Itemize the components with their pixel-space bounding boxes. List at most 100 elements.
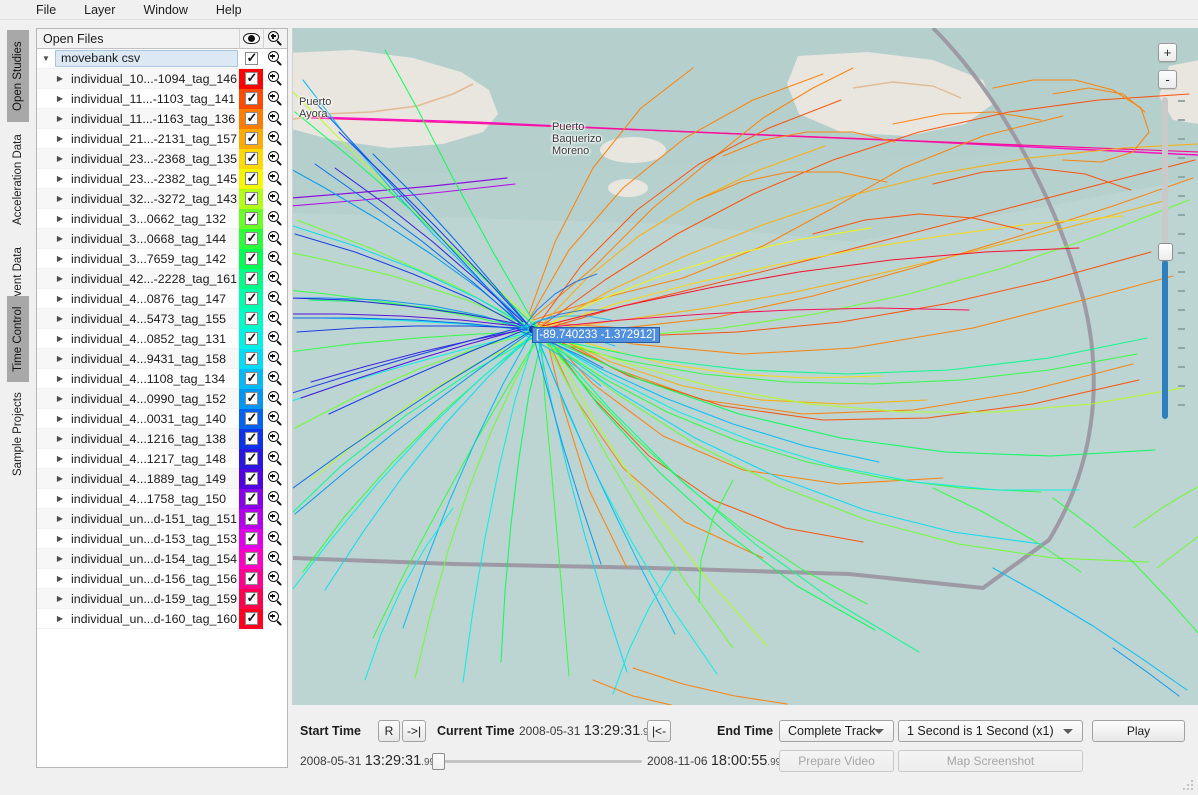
- expand-icon[interactable]: ▶: [51, 294, 69, 303]
- tree-item-row[interactable]: ▶ individual_un...d-159_tag_159: [37, 588, 287, 609]
- visibility-checkbox-cell[interactable]: [239, 148, 263, 169]
- zoom-to-cell[interactable]: [263, 148, 287, 169]
- visibility-checkbox[interactable]: [244, 490, 258, 506]
- menu-file[interactable]: File: [22, 1, 70, 19]
- tree-item-row[interactable]: ▶ individual_4...0990_tag_152: [37, 388, 287, 409]
- zoom-to-cell[interactable]: [263, 428, 287, 449]
- map-zoom-slider[interactable]: [1158, 97, 1173, 419]
- visibility-checkbox[interactable]: [244, 450, 258, 466]
- sidebar-tab-open-studies[interactable]: Open Studies: [7, 30, 29, 122]
- zoom-to-cell[interactable]: [263, 588, 287, 609]
- expand-icon[interactable]: ▶: [51, 214, 69, 223]
- visibility-checkbox[interactable]: [244, 430, 258, 446]
- tree-root-row[interactable]: ▼ movebank csv: [37, 49, 287, 69]
- tree-item-row[interactable]: ▶ individual_un...d-151_tag_151: [37, 508, 287, 529]
- tree-item-row[interactable]: ▶ individual_un...d-156_tag_156: [37, 568, 287, 589]
- zoom-to-cell[interactable]: [263, 288, 287, 309]
- tree-item-row[interactable]: ▶ individual_4...9431_tag_158: [37, 348, 287, 369]
- visibility-checkbox[interactable]: [244, 70, 258, 86]
- tree-item-row[interactable]: ▶ individual_4...1108_tag_134: [37, 368, 287, 389]
- visibility-checkbox[interactable]: [244, 170, 258, 186]
- expand-icon[interactable]: ▶: [51, 614, 69, 623]
- menu-help[interactable]: Help: [202, 1, 256, 19]
- expand-icon[interactable]: ▶: [51, 454, 69, 463]
- expand-icon[interactable]: ▶: [51, 534, 69, 543]
- zoom-to-cell[interactable]: [263, 608, 287, 629]
- visibility-checkbox-cell[interactable]: [239, 508, 263, 529]
- visibility-checkbox-cell[interactable]: [239, 288, 263, 309]
- zoom-to-cell[interactable]: [263, 49, 287, 69]
- expand-icon[interactable]: ▶: [51, 374, 69, 383]
- prepare-video-button[interactable]: Prepare Video: [779, 750, 894, 772]
- tree-item-row[interactable]: ▶ individual_32...-3272_tag_143: [37, 188, 287, 209]
- sidebar-tab-sample-projects[interactable]: Sample Projects: [7, 384, 29, 484]
- map-zoom-in-button[interactable]: +: [1158, 43, 1177, 62]
- visibility-checkbox-cell[interactable]: [239, 228, 263, 249]
- visibility-checkbox-cell[interactable]: [239, 528, 263, 549]
- visibility-checkbox[interactable]: [244, 110, 258, 126]
- zoom-to-cell[interactable]: [263, 488, 287, 509]
- tree-item-row[interactable]: ▶ individual_4...0031_tag_140: [37, 408, 287, 429]
- expand-collapse-icon[interactable]: ▼: [37, 54, 55, 63]
- tree-item-row[interactable]: ▶ individual_3...0662_tag_132: [37, 208, 287, 229]
- tree-item-row[interactable]: ▶ individual_4...0852_tag_131: [37, 328, 287, 349]
- visibility-checkbox-cell[interactable]: [239, 388, 263, 409]
- visibility-checkbox-cell[interactable]: [239, 268, 263, 289]
- visibility-checkbox[interactable]: [244, 190, 258, 206]
- jump-to-start-button[interactable]: |<-: [647, 720, 671, 742]
- track-mode-dropdown[interactable]: Complete Track: [779, 720, 894, 742]
- zoom-to-cell[interactable]: [263, 88, 287, 109]
- zoom-to-cell[interactable]: [263, 568, 287, 589]
- tree-item-row[interactable]: ▶ individual_4...5473_tag_155: [37, 308, 287, 329]
- expand-icon[interactable]: ▶: [51, 334, 69, 343]
- tree-item-row[interactable]: ▶ individual_10...-1094_tag_146: [37, 68, 287, 89]
- tree-item-row[interactable]: ▶ individual_23...-2382_tag_145: [37, 168, 287, 189]
- zoom-to-cell[interactable]: [263, 508, 287, 529]
- visibility-checkbox[interactable]: [244, 510, 258, 526]
- tree-item-row[interactable]: ▶ individual_23...-2368_tag_135: [37, 148, 287, 169]
- expand-icon[interactable]: ▶: [51, 194, 69, 203]
- visibility-checkbox[interactable]: [244, 290, 258, 306]
- expand-icon[interactable]: ▶: [51, 74, 69, 83]
- visibility-checkbox[interactable]: [244, 470, 258, 486]
- visibility-checkbox-cell[interactable]: [239, 328, 263, 349]
- visibility-checkbox[interactable]: [244, 250, 258, 266]
- tree-item-row[interactable]: ▶ individual_3...7659_tag_142: [37, 248, 287, 269]
- visibility-checkbox-cell[interactable]: [239, 588, 263, 609]
- zoom-to-cell[interactable]: [263, 108, 287, 129]
- zoom-to-cell[interactable]: [263, 348, 287, 369]
- expand-icon[interactable]: ▶: [51, 494, 69, 503]
- expand-icon[interactable]: ▶: [51, 434, 69, 443]
- visibility-checkbox-cell[interactable]: [239, 568, 263, 589]
- visibility-checkbox-cell[interactable]: [239, 368, 263, 389]
- expand-icon[interactable]: ▶: [51, 574, 69, 583]
- zoom-to-cell[interactable]: [263, 408, 287, 429]
- sidebar-tab-acceleration-data[interactable]: Acceleration Data: [7, 124, 29, 236]
- visibility-checkbox-cell[interactable]: [239, 49, 263, 69]
- play-button[interactable]: Play: [1092, 720, 1185, 742]
- menu-layer[interactable]: Layer: [70, 1, 129, 19]
- visibility-checkbox[interactable]: [244, 330, 258, 346]
- visibility-column-header[interactable]: [239, 28, 263, 49]
- tree-item-row[interactable]: ▶ individual_un...d-160_tag_160: [37, 608, 287, 629]
- timeline-slider[interactable]: [432, 750, 642, 772]
- expand-icon[interactable]: ▶: [51, 94, 69, 103]
- tree-item-row[interactable]: ▶ individual_un...d-154_tag_154: [37, 548, 287, 569]
- zoom-to-cell[interactable]: [263, 548, 287, 569]
- zoom-column-header[interactable]: [263, 28, 287, 49]
- expand-icon[interactable]: ▶: [51, 254, 69, 263]
- visibility-checkbox-cell[interactable]: [239, 108, 263, 129]
- expand-icon[interactable]: ▶: [51, 554, 69, 563]
- visibility-checkbox-cell[interactable]: [239, 488, 263, 509]
- jump-to-end-button[interactable]: ->|: [402, 720, 426, 742]
- visibility-checkbox[interactable]: [244, 410, 258, 426]
- map-zoom-out-button[interactable]: -: [1158, 70, 1177, 89]
- zoom-to-cell[interactable]: [263, 268, 287, 289]
- expand-icon[interactable]: ▶: [51, 274, 69, 283]
- expand-icon[interactable]: ▶: [51, 414, 69, 423]
- expand-icon[interactable]: ▶: [51, 154, 69, 163]
- visibility-checkbox[interactable]: [244, 530, 258, 546]
- visibility-checkbox-cell[interactable]: [239, 428, 263, 449]
- visibility-checkbox-cell[interactable]: [239, 248, 263, 269]
- visibility-checkbox[interactable]: [244, 270, 258, 286]
